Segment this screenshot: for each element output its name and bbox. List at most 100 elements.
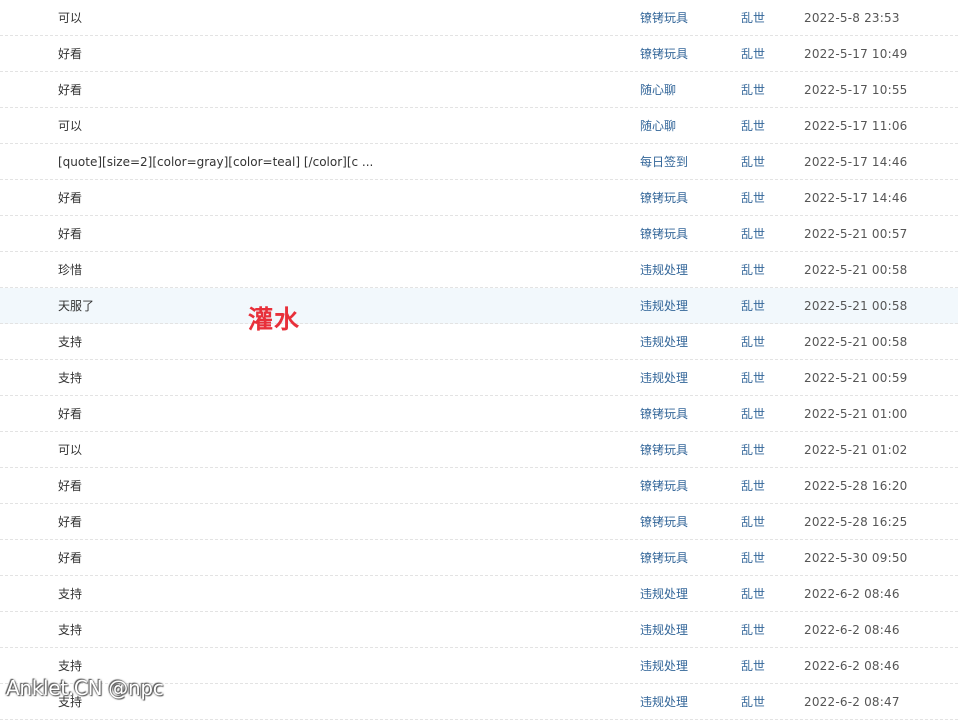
author-link[interactable]: 乱世 (741, 587, 765, 601)
forum-link[interactable]: 违规处理 (640, 335, 688, 349)
forum-cell: 随心聊 (640, 108, 676, 143)
author-link[interactable]: 乱世 (741, 407, 765, 421)
reply-subject-link[interactable]: 好看 (58, 515, 82, 529)
forum-link[interactable]: 镣铐玩具 (640, 227, 688, 241)
author-link[interactable]: 乱世 (741, 623, 765, 637)
forum-link[interactable]: 违规处理 (640, 659, 688, 673)
author-cell: 乱世 (741, 144, 765, 179)
forum-link[interactable]: 违规处理 (640, 263, 688, 277)
forum-link[interactable]: 随心聊 (640, 119, 676, 133)
reply-subject-cell: 支持 (58, 576, 618, 611)
forum-cell: 镣铐玩具 (640, 540, 688, 575)
forum-cell: 镣铐玩具 (640, 180, 688, 215)
table-row: [quote][size=2][color=gray][color=teal] … (0, 144, 958, 180)
forum-cell: 违规处理 (640, 324, 688, 359)
reply-subject-link[interactable]: 珍惜 (58, 263, 82, 277)
reply-subject-link[interactable]: 好看 (58, 191, 82, 205)
author-cell: 乱世 (741, 360, 765, 395)
forum-link[interactable]: 镣铐玩具 (640, 11, 688, 25)
author-link[interactable]: 乱世 (741, 155, 765, 169)
reply-list-table: 可以 镣铐玩具 乱世 2022-5-8 23:53 好看 镣铐玩具 乱世 2022-5-17 … (0, 0, 958, 720)
reply-subject-cell: 好看 (58, 540, 618, 575)
author-link[interactable]: 乱世 (741, 515, 765, 529)
reply-subject-link[interactable]: 好看 (58, 551, 82, 565)
author-link[interactable]: 乱世 (741, 191, 765, 205)
reply-subject-link[interactable]: 支持 (58, 371, 82, 385)
forum-cell: 违规处理 (640, 648, 688, 683)
reply-time: 2022-5-21 00:57 (804, 227, 908, 241)
forum-cell: 镣铐玩具 (640, 468, 688, 503)
author-link[interactable]: 乱世 (741, 11, 765, 25)
author-link[interactable]: 乱世 (741, 227, 765, 241)
author-link[interactable]: 乱世 (741, 47, 765, 61)
author-link[interactable]: 乱世 (741, 371, 765, 385)
reply-time: 2022-5-17 10:55 (804, 83, 908, 97)
forum-link[interactable]: 违规处理 (640, 623, 688, 637)
author-cell: 乱世 (741, 684, 765, 719)
forum-link[interactable]: 镣铐玩具 (640, 443, 688, 457)
forum-cell: 违规处理 (640, 612, 688, 647)
reply-time: 2022-5-17 10:49 (804, 47, 908, 61)
reply-subject-cell: 天服了 (58, 288, 618, 323)
reply-subject-link[interactable]: 可以 (58, 11, 82, 25)
reply-time: 2022-5-21 00:59 (804, 371, 908, 385)
author-link[interactable]: 乱世 (741, 443, 765, 457)
author-link[interactable]: 乱世 (741, 695, 765, 709)
forum-link[interactable]: 违规处理 (640, 587, 688, 601)
table-row: 好看 镣铐玩具 乱世 2022-5-30 09:50 (0, 540, 958, 576)
reply-subject-link[interactable]: 好看 (58, 479, 82, 493)
reply-subject-link[interactable]: 好看 (58, 227, 82, 241)
author-cell: 乱世 (741, 216, 765, 251)
forum-link[interactable]: 违规处理 (640, 371, 688, 385)
reply-subject-cell: 好看 (58, 468, 618, 503)
reply-subject-link[interactable]: 天服了 (58, 299, 94, 313)
forum-link[interactable]: 违规处理 (640, 695, 688, 709)
forum-link[interactable]: 镣铐玩具 (640, 47, 688, 61)
reply-subject-link[interactable]: 支持 (58, 335, 82, 349)
reply-subject-link[interactable]: 支持 (58, 587, 82, 601)
reply-subject-link[interactable]: 好看 (58, 407, 82, 421)
forum-cell: 违规处理 (640, 252, 688, 287)
reply-time: 2022-5-17 11:06 (804, 119, 908, 133)
table-row: 好看 镣铐玩具 乱世 2022-5-17 10:49 (0, 36, 958, 72)
reply-subject-link[interactable]: [quote][size=2][color=gray][color=teal] … (58, 155, 373, 169)
forum-link[interactable]: 镣铐玩具 (640, 191, 688, 205)
author-link[interactable]: 乱世 (741, 119, 765, 133)
reply-subject-link[interactable]: 支持 (58, 623, 82, 637)
author-link[interactable]: 乱世 (741, 299, 765, 313)
author-link[interactable]: 乱世 (741, 83, 765, 97)
forum-link[interactable]: 镣铐玩具 (640, 479, 688, 493)
forum-cell: 违规处理 (640, 576, 688, 611)
author-cell: 乱世 (741, 504, 765, 539)
forum-cell: 镣铐玩具 (640, 504, 688, 539)
forum-link[interactable]: 违规处理 (640, 299, 688, 313)
reply-subject-link[interactable]: 支持 (58, 659, 82, 673)
forum-link[interactable]: 镣铐玩具 (640, 551, 688, 565)
table-row: 支持 违规处理 乱世 2022-6-2 08:46 (0, 612, 958, 648)
forum-cell: 镣铐玩具 (640, 396, 688, 431)
author-cell: 乱世 (741, 540, 765, 575)
author-link[interactable]: 乱世 (741, 263, 765, 277)
reply-subject-cell: 可以 (58, 108, 618, 143)
reply-subject-link[interactable]: 可以 (58, 119, 82, 133)
table-row: 好看 镣铐玩具 乱世 2022-5-21 00:57 (0, 216, 958, 252)
annotation-label: 灌水 (248, 305, 301, 334)
author-cell: 乱世 (741, 180, 765, 215)
reply-subject-link[interactable]: 好看 (58, 83, 82, 97)
author-cell: 乱世 (741, 288, 765, 323)
reply-time: 2022-6-2 08:47 (804, 695, 900, 709)
forum-link[interactable]: 镣铐玩具 (640, 515, 688, 529)
reply-time: 2022-6-2 08:46 (804, 623, 900, 637)
reply-subject-link[interactable]: 可以 (58, 443, 82, 457)
table-row: 好看 镣铐玩具 乱世 2022-5-21 01:00 (0, 396, 958, 432)
author-link[interactable]: 乱世 (741, 551, 765, 565)
forum-link[interactable]: 每日签到 (640, 155, 688, 169)
reply-subject-link[interactable]: 好看 (58, 47, 82, 61)
author-link[interactable]: 乱世 (741, 335, 765, 349)
author-link[interactable]: 乱世 (741, 659, 765, 673)
author-link[interactable]: 乱世 (741, 479, 765, 493)
forum-link[interactable]: 镣铐玩具 (640, 407, 688, 421)
reply-subject-cell: 可以 (58, 432, 618, 467)
forum-link[interactable]: 随心聊 (640, 83, 676, 97)
table-row: 支持 违规处理 乱世 2022-5-21 00:58 (0, 324, 958, 360)
